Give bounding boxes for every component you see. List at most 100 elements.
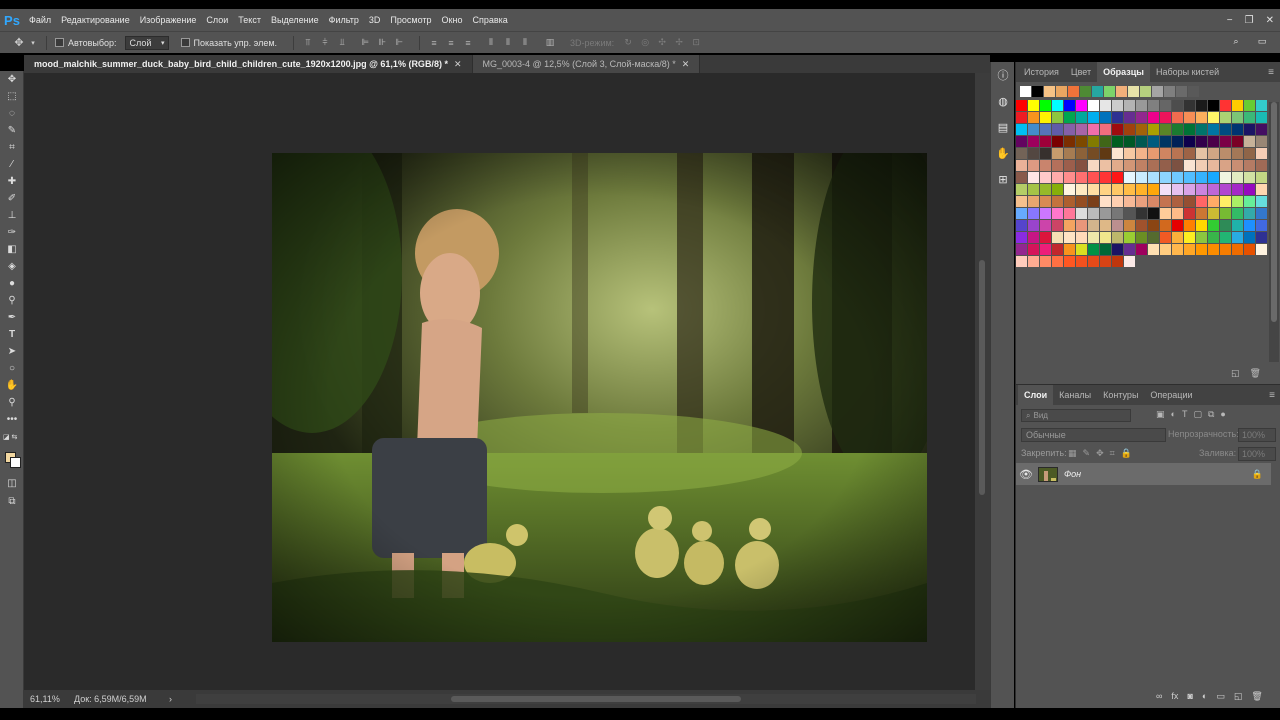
color-swatch[interactable] bbox=[1196, 208, 1207, 219]
delete-swatch-icon[interactable]: 🗑 bbox=[1250, 368, 1261, 379]
color-swatch[interactable] bbox=[1052, 184, 1063, 195]
canvas-horizontal-scroll-thumb[interactable] bbox=[451, 696, 741, 702]
color-swatch[interactable] bbox=[1112, 184, 1123, 195]
filter-type-icon[interactable]: T bbox=[1182, 409, 1188, 420]
color-swatch[interactable] bbox=[1112, 100, 1123, 111]
color-swatch[interactable] bbox=[1244, 112, 1255, 123]
color-swatch[interactable] bbox=[1124, 124, 1135, 135]
color-swatch[interactable] bbox=[1040, 184, 1051, 195]
color-swatch[interactable] bbox=[1220, 208, 1231, 219]
color-swatch[interactable] bbox=[1064, 232, 1075, 243]
color-swatch[interactable] bbox=[1220, 124, 1231, 135]
color-swatch[interactable] bbox=[1028, 184, 1039, 195]
layer-name[interactable]: Фон bbox=[1064, 469, 1252, 479]
canvas-horizontal-scrollbar[interactable] bbox=[196, 694, 976, 704]
color-swatch[interactable] bbox=[1100, 256, 1111, 267]
dodge-tool-icon[interactable]: ⚲ bbox=[0, 292, 24, 309]
document-tab-active[interactable]: mood_malchik_summer_duck_baby_bird_child… bbox=[24, 55, 473, 73]
color-swatch[interactable] bbox=[1076, 172, 1087, 183]
ellipse-tool-icon[interactable]: ○ bbox=[0, 360, 24, 377]
color-swatch[interactable] bbox=[1208, 184, 1219, 195]
color-swatch[interactable] bbox=[1076, 184, 1087, 195]
tab-history[interactable]: История bbox=[1018, 62, 1065, 82]
color-swatch[interactable] bbox=[1244, 244, 1255, 255]
more-tools-icon[interactable]: ••• bbox=[0, 411, 24, 428]
color-swatch[interactable] bbox=[1148, 196, 1159, 207]
color-swatch[interactable] bbox=[1100, 100, 1111, 111]
color-swatch[interactable] bbox=[1016, 208, 1027, 219]
close-icon[interactable]: ✕ bbox=[682, 59, 690, 70]
color-swatch[interactable] bbox=[1172, 124, 1183, 135]
color-swatch[interactable] bbox=[1052, 172, 1063, 183]
3d-pan-icon[interactable]: ✣ bbox=[656, 37, 668, 49]
color-swatch[interactable] bbox=[1232, 184, 1243, 195]
color-swatch[interactable] bbox=[1088, 172, 1099, 183]
properties-icon[interactable]: ⊞ bbox=[991, 166, 1015, 192]
color-swatch[interactable] bbox=[1244, 172, 1255, 183]
color-swatch[interactable] bbox=[1112, 196, 1123, 207]
color-swatch[interactable] bbox=[1076, 220, 1087, 231]
color-swatch[interactable] bbox=[1220, 112, 1231, 123]
color-swatch[interactable] bbox=[1088, 148, 1099, 159]
color-swatch[interactable] bbox=[1232, 136, 1243, 147]
color-swatch[interactable] bbox=[1016, 232, 1027, 243]
color-swatch[interactable] bbox=[1232, 160, 1243, 171]
color-swatch[interactable] bbox=[1172, 172, 1183, 183]
color-swatch[interactable] bbox=[1244, 100, 1255, 111]
color-swatch[interactable] bbox=[1136, 220, 1147, 231]
color-swatch[interactable] bbox=[1028, 124, 1039, 135]
color-swatch[interactable] bbox=[1052, 160, 1063, 171]
menu-filter[interactable]: Фильтр bbox=[324, 15, 364, 25]
color-swatch[interactable] bbox=[1028, 232, 1039, 243]
color-swatch[interactable] bbox=[1064, 256, 1075, 267]
delete-layer-icon[interactable]: 🗑 bbox=[1251, 691, 1262, 702]
color-swatch[interactable] bbox=[1124, 112, 1135, 123]
color-swatch[interactable] bbox=[1076, 256, 1087, 267]
default-colors-icon[interactable]: ◪ ⇆ bbox=[0, 428, 24, 445]
color-swatch[interactable] bbox=[1088, 244, 1099, 255]
distribute-right-icon[interactable]: ⦀ bbox=[519, 37, 531, 49]
lock-position-icon[interactable]: ✥ bbox=[1096, 448, 1104, 459]
color-swatch[interactable] bbox=[1160, 196, 1171, 207]
add-mask-icon[interactable]: ◙ bbox=[1187, 691, 1192, 702]
color-swatch[interactable] bbox=[1016, 184, 1027, 195]
tab-paths[interactable]: Контуры bbox=[1097, 385, 1144, 405]
color-swatch[interactable] bbox=[1220, 136, 1231, 147]
zoom-tool-icon[interactable]: ⚲ bbox=[0, 394, 24, 411]
color-swatch[interactable] bbox=[1256, 148, 1267, 159]
color-swatch[interactable] bbox=[1160, 184, 1171, 195]
color-swatch[interactable] bbox=[1076, 148, 1087, 159]
color-swatch[interactable] bbox=[1028, 136, 1039, 147]
color-swatch[interactable] bbox=[1124, 184, 1135, 195]
color-swatch[interactable] bbox=[1136, 160, 1147, 171]
color-swatch[interactable] bbox=[1028, 112, 1039, 123]
eyedropper-tool-icon[interactable]: ⁄ bbox=[0, 156, 24, 173]
color-swatch[interactable] bbox=[1184, 172, 1195, 183]
canvas-area[interactable] bbox=[24, 73, 975, 690]
tool-preset-chevron-icon[interactable]: ▾ bbox=[28, 34, 38, 52]
color-swatch[interactable] bbox=[1184, 232, 1195, 243]
color-swatch[interactable] bbox=[1100, 184, 1111, 195]
filter-adjustment-icon[interactable]: ◐ bbox=[1171, 409, 1176, 420]
color-swatch[interactable] bbox=[1040, 148, 1051, 159]
quick-mask-icon[interactable]: ◫ bbox=[0, 475, 24, 492]
color-swatch[interactable] bbox=[1244, 136, 1255, 147]
color-swatch[interactable] bbox=[1256, 196, 1267, 207]
color-swatch[interactable] bbox=[1196, 184, 1207, 195]
color-swatch[interactable] bbox=[1172, 100, 1183, 111]
color-swatch[interactable] bbox=[1052, 112, 1063, 123]
recent-swatch[interactable] bbox=[1020, 86, 1031, 97]
color-swatch[interactable] bbox=[1100, 208, 1111, 219]
filter-toggle-icon[interactable]: ● bbox=[1220, 409, 1225, 420]
color-swatch[interactable] bbox=[1064, 148, 1075, 159]
color-swatch[interactable] bbox=[1232, 232, 1243, 243]
color-swatch[interactable] bbox=[1208, 244, 1219, 255]
color-swatch[interactable] bbox=[1052, 232, 1063, 243]
color-swatch[interactable] bbox=[1184, 148, 1195, 159]
canvas-vertical-scroll-thumb[interactable] bbox=[979, 260, 985, 495]
color-swatch[interactable] bbox=[1112, 148, 1123, 159]
color-swatch[interactable] bbox=[1064, 160, 1075, 171]
color-swatch[interactable] bbox=[1064, 196, 1075, 207]
color-swatch[interactable] bbox=[1124, 148, 1135, 159]
color-swatch[interactable] bbox=[1184, 160, 1195, 171]
